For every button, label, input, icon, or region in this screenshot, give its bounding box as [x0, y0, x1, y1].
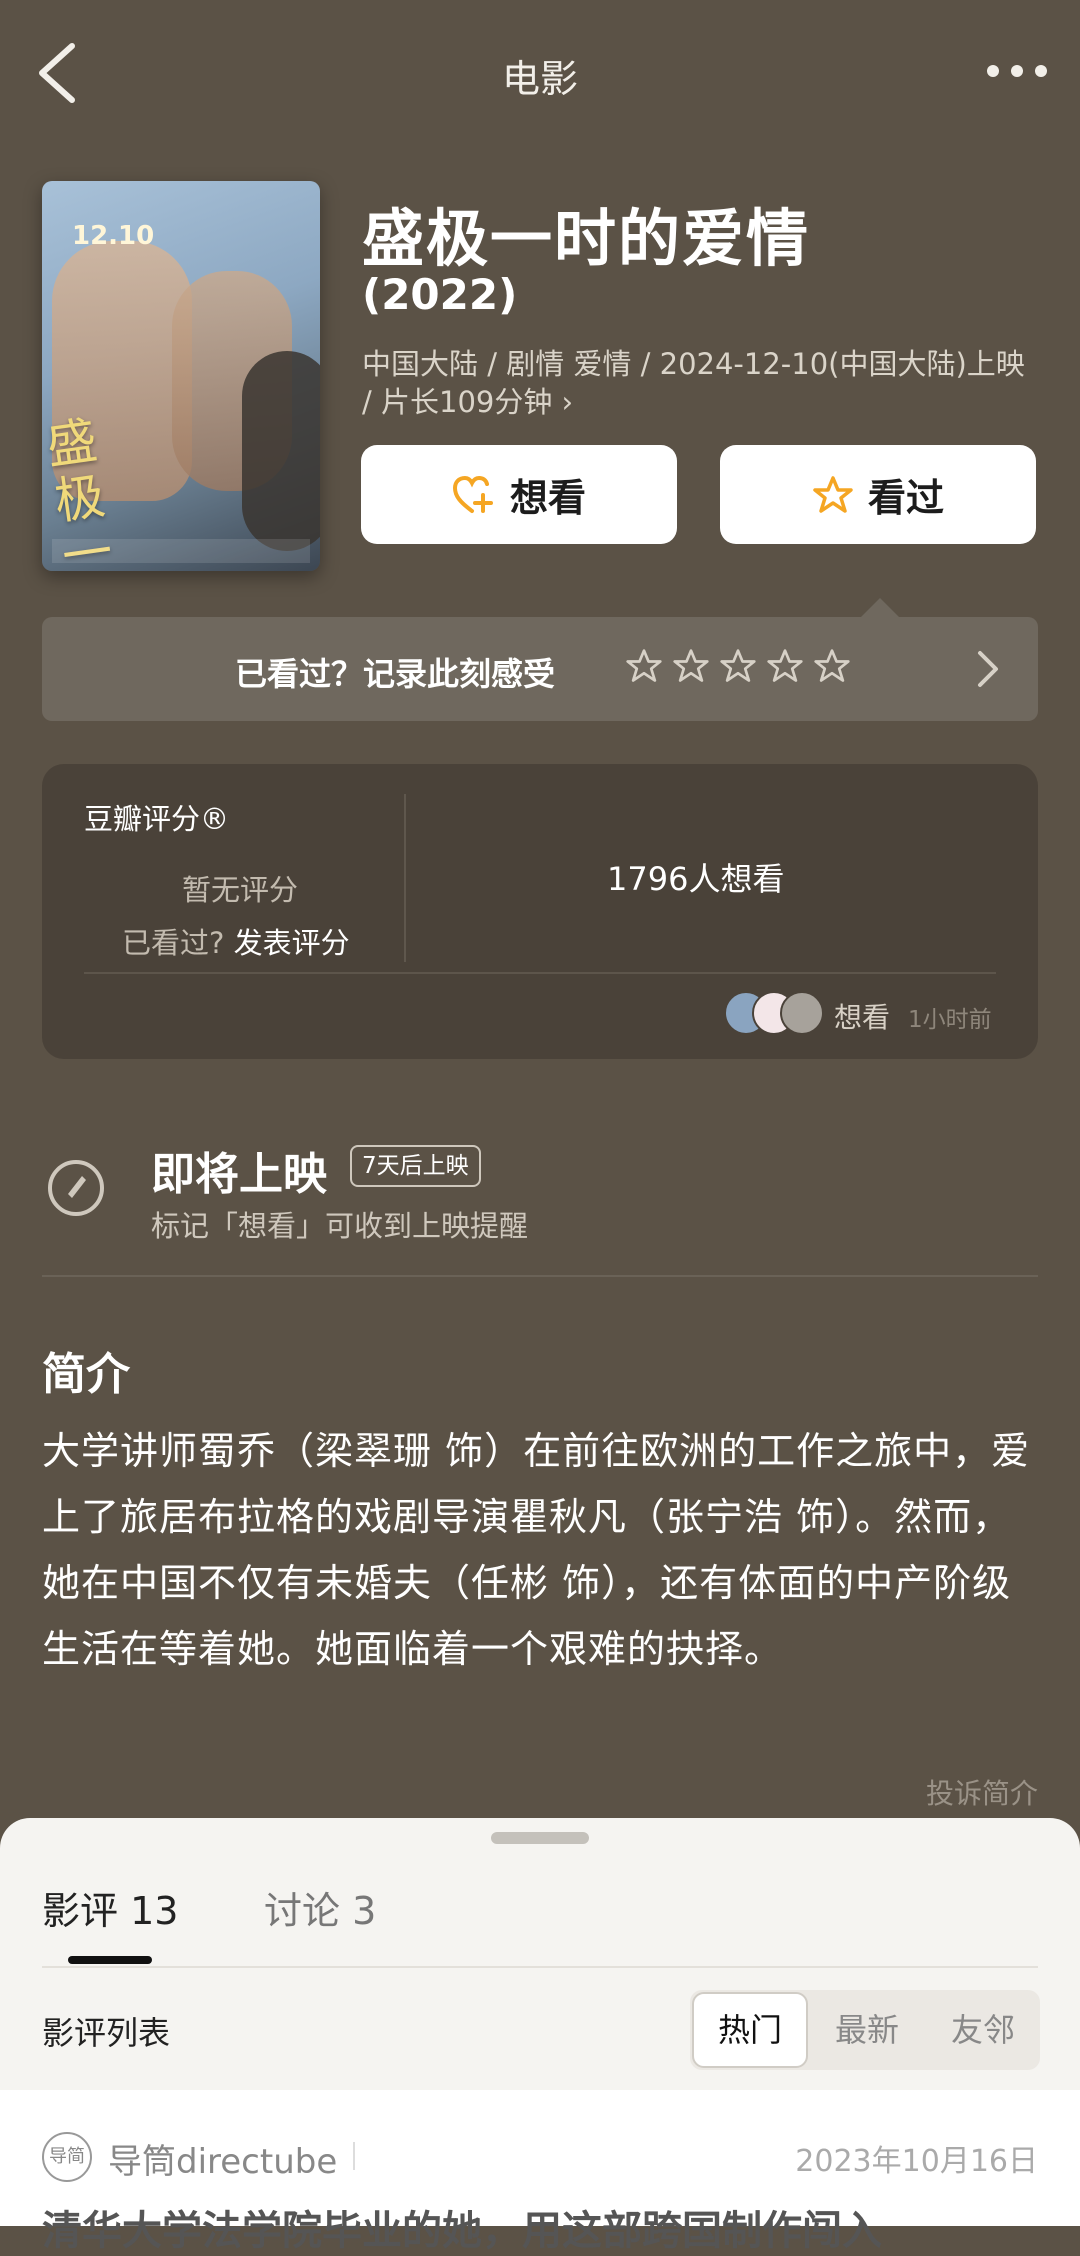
- seen-rate-prompt: 已看过? 发表评分: [122, 920, 350, 962]
- chevron-right-icon: [978, 651, 998, 687]
- movie-year: (2022): [362, 270, 518, 319]
- reviews-sheet: 影评 13 讨论 3 影评列表 热门 最新 友邻 导简 导筒directube …: [0, 1818, 1080, 2254]
- seen-prefix: 已看过?: [122, 926, 225, 960]
- star-outline-icon[interactable]: [625, 647, 663, 685]
- synopsis-heading: 简介: [42, 1349, 130, 1400]
- release-countdown-badge: 7天后上映: [350, 1145, 481, 1187]
- coming-soon-title: 即将上映: [151, 1149, 327, 1200]
- no-rating-text: 暂无评分: [182, 873, 299, 907]
- want-count[interactable]: 1796人想看: [607, 854, 784, 900]
- sort-latest[interactable]: 最新: [810, 1990, 924, 2070]
- record-feeling-bar[interactable]: 已看过？记录此刻感受: [42, 617, 1038, 721]
- activity-label: 想看: [834, 1001, 891, 1034]
- heart-plus-icon: [452, 475, 493, 513]
- seen-button-label: 看过: [867, 476, 944, 520]
- author-avatar: 导简: [42, 2132, 92, 2182]
- star-outline-icon: [813, 475, 853, 513]
- poster-credits: [52, 539, 310, 563]
- record-feeling-text: 已看过？记录此刻感受: [235, 655, 556, 693]
- activity-time: 1小时前: [908, 1007, 992, 1033]
- star-outline-icon[interactable]: [813, 647, 851, 685]
- tab-reviews[interactable]: 影评 13: [42, 1880, 178, 1935]
- divider: [42, 1275, 1038, 1277]
- post-rating-link[interactable]: 发表评分: [234, 926, 350, 960]
- douban-rating-label: 豆瓣评分®: [84, 802, 230, 836]
- sort-segmented-control[interactable]: 热门 最新 友邻: [690, 1990, 1040, 2070]
- review-date: 2023年10月16日: [795, 2144, 1038, 2179]
- star-outline-icon[interactable]: [672, 647, 710, 685]
- page-title: 电影: [501, 57, 578, 101]
- review-author[interactable]: 导筒directube: [108, 2134, 337, 2183]
- want-button-label: 想看: [509, 476, 586, 520]
- more-dots-icon[interactable]: [982, 56, 1052, 86]
- review-item[interactable]: 导简 导筒directube 2023年10月16日 清华大学法学院毕业的她，用…: [0, 2090, 1080, 2254]
- review-list-heading: 影评列表: [42, 2014, 171, 2052]
- movie-poster[interactable]: 12.10 盛极一时的爱情: [42, 181, 320, 571]
- poster-date: 12.10: [72, 221, 155, 251]
- seen-button[interactable]: 看过: [720, 445, 1036, 544]
- report-synopsis-link[interactable]: 投诉简介: [926, 1772, 1038, 1812]
- star-outline-icon[interactable]: [766, 647, 804, 685]
- poster-figure: [242, 351, 320, 551]
- ticket-icon: [48, 1160, 104, 1216]
- sort-hot[interactable]: 热门: [692, 1992, 808, 2068]
- active-tab-indicator: [68, 1956, 152, 1964]
- friend-avatars[interactable]: [724, 991, 834, 1035]
- coming-soon-subtitle: 标记「想看」可收到上映提醒: [151, 1209, 529, 1243]
- avatar: [780, 991, 824, 1035]
- synopsis-text: 大学讲师蜀乔（梁翠珊 饰）在前往欧洲的工作之旅中，爱上了旅居布拉格的戏剧导演瞿秋…: [42, 1429, 1031, 1671]
- tab-discussions[interactable]: 讨论 3: [264, 1880, 376, 1935]
- divider: [404, 794, 406, 962]
- sort-friends[interactable]: 友邻: [926, 1990, 1040, 2070]
- star-outline-icon[interactable]: [719, 647, 757, 685]
- douban-rating-card: 豆瓣评分® 暂无评分 已看过? 发表评分 1796人想看 想看 1小时前: [42, 764, 1038, 1059]
- want-button[interactable]: 想看: [361, 445, 677, 544]
- movie-title: 盛极一时的爱情: [362, 202, 811, 275]
- sheet-drag-handle[interactable]: [491, 1832, 589, 1844]
- record-notch: [860, 598, 900, 618]
- divider: [353, 2142, 355, 2170]
- rating-stars[interactable]: [625, 647, 851, 685]
- divider: [84, 972, 996, 974]
- movie-meta[interactable]: 中国大陆 / 剧情 爱情 / 2024-12-10(中国大陆)上映 / 片长10…: [362, 345, 1042, 421]
- divider: [42, 1966, 1038, 1968]
- review-title[interactable]: 清华大学法学院毕业的她，用这部跨国制作闯入: [42, 2198, 882, 2256]
